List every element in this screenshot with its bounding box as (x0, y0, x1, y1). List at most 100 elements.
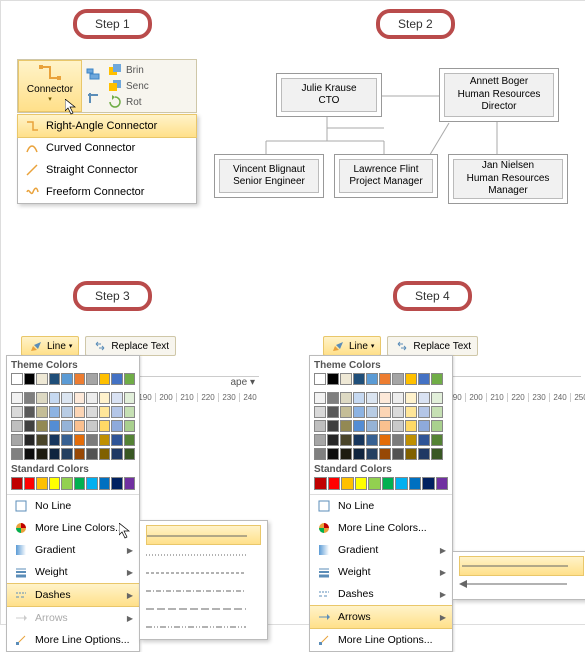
no-line-item[interactable]: No Line (7, 495, 139, 517)
color-swatch[interactable] (431, 406, 443, 418)
more-line-options-item[interactable]: More Line Options... (7, 629, 139, 651)
color-swatch[interactable] (340, 392, 352, 404)
color-swatch[interactable] (327, 406, 339, 418)
color-swatch[interactable] (111, 420, 123, 432)
dash-option-dash[interactable] (146, 563, 261, 581)
color-swatch[interactable] (86, 406, 98, 418)
color-swatch[interactable] (392, 448, 404, 460)
color-swatch[interactable] (24, 392, 36, 404)
color-swatch[interactable] (328, 477, 341, 490)
color-swatch[interactable] (431, 420, 443, 432)
rotate-button[interactable]: Rot (107, 94, 149, 110)
color-swatch[interactable] (99, 477, 111, 490)
org-node-hr-director[interactable]: Annett BogerHuman Resources Director (439, 68, 559, 122)
color-swatch[interactable] (418, 406, 430, 418)
color-swatch[interactable] (314, 420, 326, 432)
weight-item[interactable]: Weight▶ (310, 561, 452, 583)
color-swatch[interactable] (11, 406, 23, 418)
color-swatch[interactable] (61, 420, 73, 432)
color-swatch[interactable] (11, 448, 23, 460)
color-swatch[interactable] (392, 420, 404, 432)
color-swatch[interactable] (392, 392, 404, 404)
color-swatch[interactable] (366, 392, 378, 404)
color-swatch[interactable] (314, 373, 326, 385)
color-swatch[interactable] (61, 406, 73, 418)
color-swatch[interactable] (49, 434, 61, 446)
color-swatch[interactable] (355, 477, 368, 490)
color-swatch[interactable] (340, 448, 352, 460)
color-swatch[interactable] (61, 392, 73, 404)
color-swatch[interactable] (405, 448, 417, 460)
color-swatch[interactable] (366, 434, 378, 446)
dash-option-solid[interactable] (146, 525, 261, 545)
dash-option-dd[interactable] (146, 617, 261, 635)
replace-text-button[interactable]: Replace Text (387, 336, 478, 356)
color-swatch[interactable] (24, 448, 36, 460)
color-swatch[interactable] (86, 434, 98, 446)
no-line-item[interactable]: No Line (310, 495, 452, 517)
color-swatch[interactable] (86, 373, 98, 385)
color-swatch[interactable] (124, 420, 136, 432)
color-swatch[interactable] (111, 373, 123, 385)
color-swatch[interactable] (379, 448, 391, 460)
color-swatch[interactable] (74, 406, 86, 418)
color-swatch[interactable] (392, 406, 404, 418)
color-swatch[interactable] (418, 448, 430, 460)
replace-text-button[interactable]: Replace Text (85, 336, 176, 356)
color-swatch[interactable] (111, 406, 123, 418)
color-swatch[interactable] (86, 448, 98, 460)
color-swatch[interactable] (24, 420, 36, 432)
color-swatch[interactable] (353, 406, 365, 418)
color-swatch[interactable] (379, 392, 391, 404)
color-swatch[interactable] (74, 477, 86, 490)
color-swatch[interactable] (24, 477, 36, 490)
color-swatch[interactable] (382, 477, 395, 490)
color-swatch[interactable] (49, 392, 61, 404)
color-swatch[interactable] (11, 373, 23, 385)
color-swatch[interactable] (379, 406, 391, 418)
line-button[interactable]: Line▾ (323, 336, 381, 356)
color-swatch[interactable] (36, 406, 48, 418)
org-node-senior-engineer[interactable]: Vincent BlignautSenior Engineer (214, 154, 324, 198)
org-node-hr-manager[interactable]: Jan NielsenHuman Resources Manager (448, 154, 568, 204)
color-swatch[interactable] (431, 373, 443, 385)
gradient-item[interactable]: Gradient▶ (310, 539, 452, 561)
color-swatch[interactable] (340, 373, 352, 385)
color-swatch[interactable] (49, 406, 61, 418)
color-swatch[interactable] (327, 434, 339, 446)
color-swatch[interactable] (431, 434, 443, 446)
color-swatch[interactable] (99, 448, 111, 460)
color-swatch[interactable] (74, 448, 86, 460)
color-swatch[interactable] (405, 406, 417, 418)
color-swatch[interactable] (86, 477, 98, 490)
color-swatch[interactable] (405, 420, 417, 432)
color-swatch[interactable] (124, 406, 136, 418)
send-backward-button[interactable]: Senc (107, 78, 149, 94)
color-swatch[interactable] (314, 392, 326, 404)
weight-item[interactable]: Weight▶ (7, 561, 139, 583)
arrow-option-none[interactable] (459, 556, 584, 576)
color-swatch[interactable] (436, 477, 449, 490)
arrow-option-left[interactable] (459, 576, 584, 595)
color-swatch[interactable] (405, 373, 417, 385)
color-swatch[interactable] (61, 448, 73, 460)
color-swatch[interactable] (99, 373, 111, 385)
color-swatch[interactable] (99, 406, 111, 418)
color-swatch[interactable] (327, 448, 339, 460)
line-button[interactable]: Line▾ (21, 336, 79, 356)
color-swatch[interactable] (111, 434, 123, 446)
color-swatch[interactable] (124, 477, 136, 490)
color-swatch[interactable] (379, 420, 391, 432)
arrows-item[interactable]: Arrows▶ (310, 605, 452, 629)
dash-option-long[interactable] (146, 599, 261, 617)
color-swatch[interactable] (418, 373, 430, 385)
color-swatch[interactable] (368, 477, 381, 490)
color-swatch[interactable] (327, 392, 339, 404)
color-swatch[interactable] (124, 392, 136, 404)
color-swatch[interactable] (24, 373, 36, 385)
color-swatch[interactable] (353, 420, 365, 432)
color-swatch[interactable] (49, 477, 61, 490)
dashes-item[interactable]: Dashes▶ (7, 583, 139, 607)
color-swatch[interactable] (111, 477, 123, 490)
color-swatch[interactable] (353, 373, 365, 385)
